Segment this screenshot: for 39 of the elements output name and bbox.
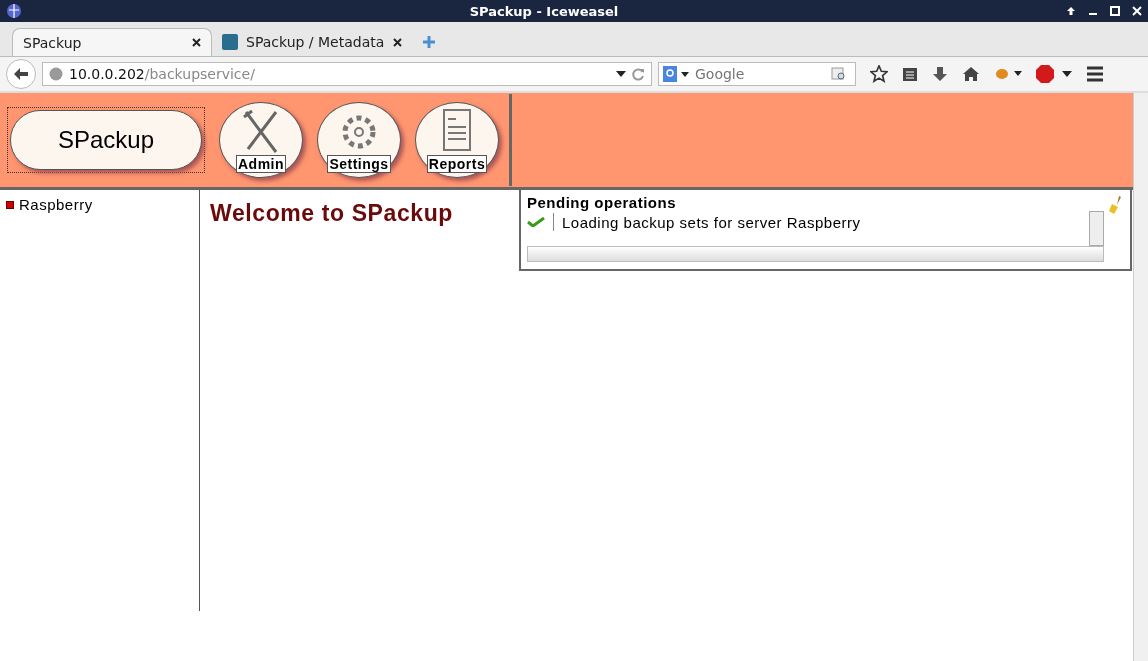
- window-title: SPackup - Iceweasel: [468, 3, 620, 19]
- search-icon[interactable]: [831, 67, 847, 81]
- button-label: Settings: [327, 155, 391, 173]
- broom-icon[interactable]: [1108, 196, 1122, 214]
- menu-icon[interactable]: [1086, 66, 1104, 82]
- close-icon[interactable]: [393, 37, 402, 47]
- scrollbar[interactable]: [527, 246, 1104, 262]
- maximize-icon[interactable]: [1110, 6, 1120, 16]
- welcome-heading: Welcome to SPackup: [210, 200, 454, 227]
- scrollbar[interactable]: [1089, 211, 1104, 246]
- operation-text: Loading backup sets for server Raspberry: [562, 213, 861, 231]
- star-icon[interactable]: [870, 65, 888, 83]
- tab-title: SPackup: [23, 34, 83, 51]
- server-link[interactable]: Raspberry: [19, 196, 93, 213]
- home-icon[interactable]: [962, 66, 980, 82]
- download-icon[interactable]: [932, 66, 948, 82]
- button-label: Reports: [426, 155, 488, 173]
- clipboard-icon[interactable]: [902, 66, 918, 82]
- search-bar[interactable]: Google: [658, 62, 856, 86]
- tab-title: SPackup / Metadata: [246, 34, 385, 50]
- dropdown-caret-icon[interactable]: [616, 71, 626, 77]
- close-icon[interactable]: [192, 38, 201, 47]
- scrollbar[interactable]: [1133, 93, 1148, 661]
- button-label: Admin: [235, 155, 287, 173]
- nav-button[interactable]: Settings: [317, 102, 401, 178]
- panel-title: Pending operations: [527, 194, 677, 211]
- nav-button[interactable]: Reports: [415, 102, 499, 178]
- reload-icon[interactable]: [632, 67, 645, 81]
- new-tab-icon[interactable]: [422, 35, 436, 49]
- address-bar[interactable]: 10.0.0.202/backupservice/: [42, 62, 652, 86]
- nav-button[interactable]: Admin: [219, 102, 303, 178]
- logo-button[interactable]: SPackup: [10, 110, 202, 170]
- back-arrow-icon[interactable]: [13, 67, 29, 81]
- arrow-up-icon[interactable]: [1066, 6, 1076, 16]
- browser-tab[interactable]: SPackup / Metadata: [212, 28, 412, 56]
- url-text: 10.0.0.202/backupservice/: [69, 66, 256, 82]
- browser-tab[interactable]: SPackup: [12, 28, 212, 56]
- dropdown-caret-icon[interactable]: [681, 71, 689, 77]
- back-button[interactable]: [6, 59, 36, 89]
